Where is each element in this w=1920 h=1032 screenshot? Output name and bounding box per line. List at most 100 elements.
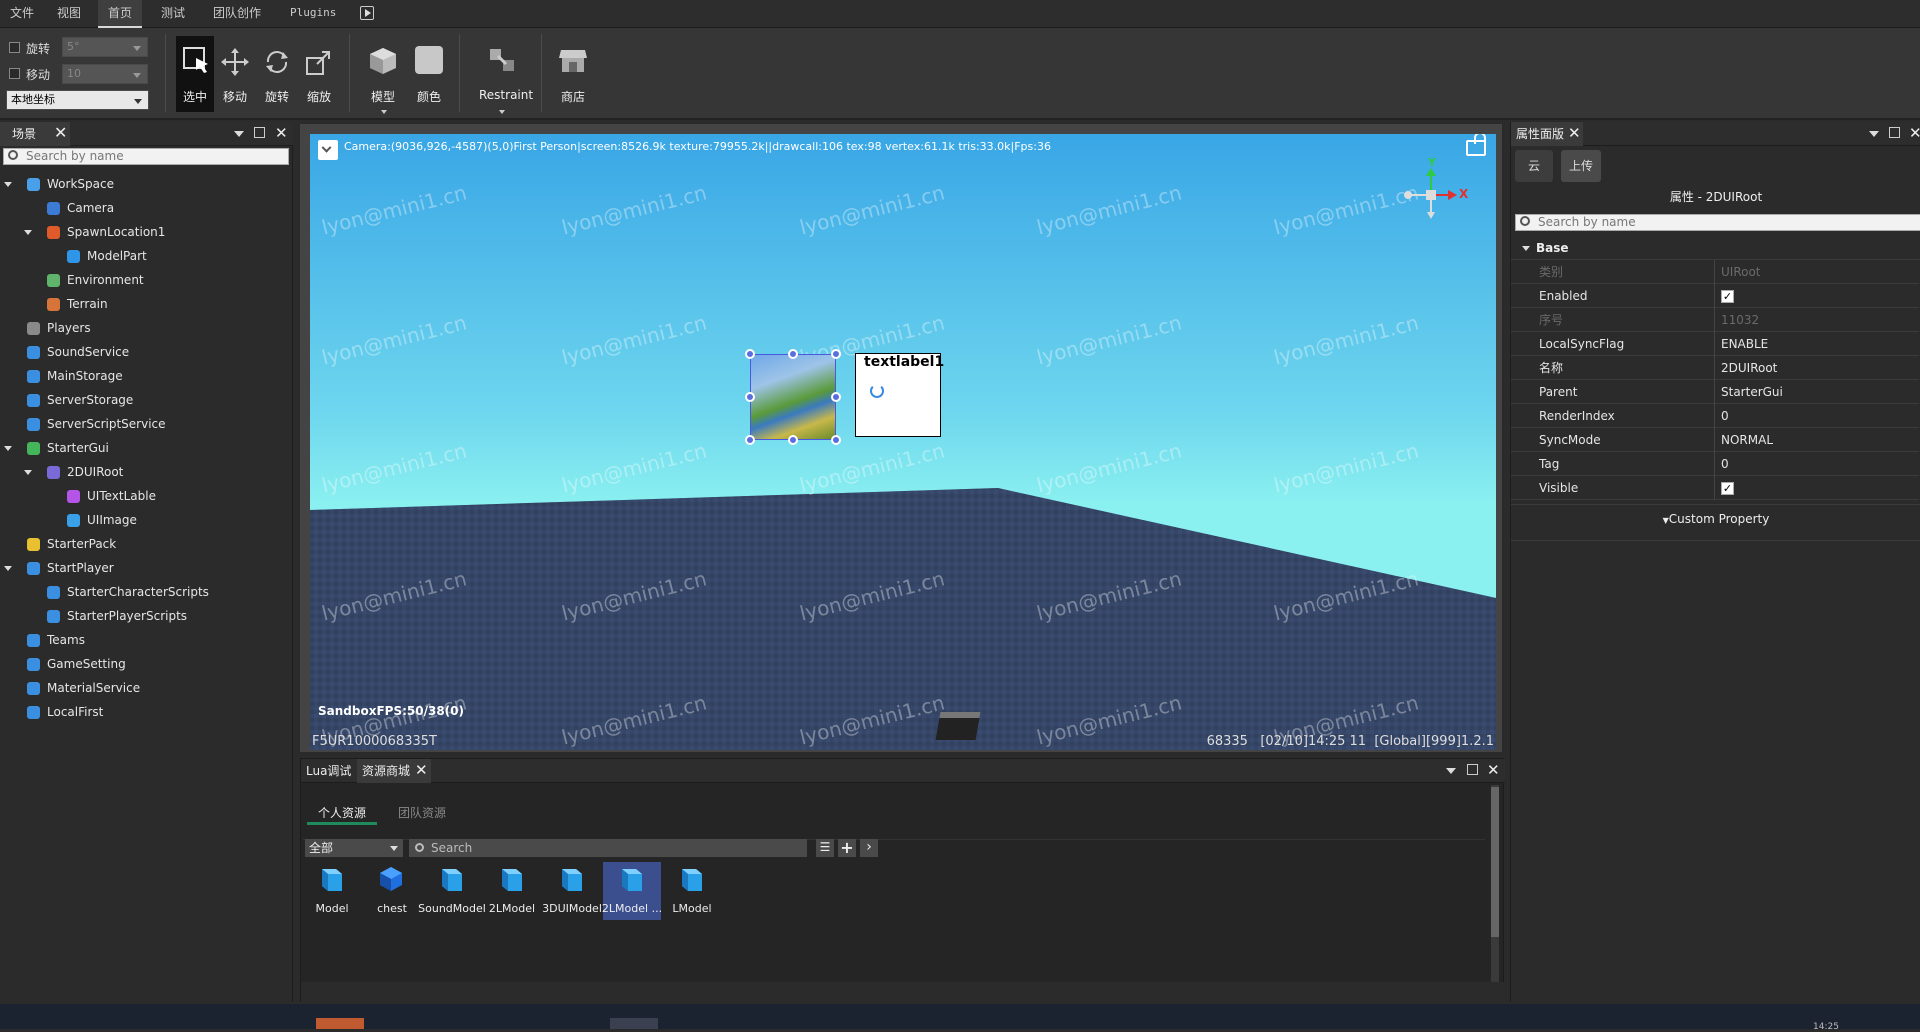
tree-item[interactable]: ServerScriptService [0,412,290,436]
asset-item[interactable]: chest [363,862,421,920]
property-row[interactable]: LocalSyncFlag ENABLE [1511,332,1919,356]
cloud-button[interactable]: 云 [1515,150,1553,182]
close-icon[interactable]: ✕ [415,761,428,779]
checkbox-checked-icon[interactable]: ✓ [1721,290,1734,303]
property-value[interactable]: UIRoot [1721,260,1761,284]
tab-team-assets[interactable]: 团队资源 [387,801,457,825]
property-row[interactable]: 序号 11032 [1511,308,1919,332]
tree-item[interactable]: Camera [0,196,290,220]
tree-item[interactable]: Terrain [0,292,290,316]
play-icon[interactable] [360,6,374,20]
tree-item[interactable]: StarterPack [0,532,290,556]
close-panel-icon[interactable]: ✕ [275,124,288,142]
property-value[interactable]: 0 [1721,404,1729,428]
color-button[interactable]: 颜色 [408,36,450,112]
move-snap-select[interactable]: 10 [62,64,148,84]
close-icon[interactable]: ✕ [1568,124,1581,142]
expand-arrow-icon[interactable] [4,446,12,451]
tree-item[interactable]: MainStorage [0,364,290,388]
scrollbar[interactable] [1491,785,1499,997]
rotate-tool-button[interactable]: 旋转 [256,36,298,112]
rotate-snap-select[interactable]: 5° [62,37,148,57]
resize-handle[interactable] [745,392,755,402]
add-icon[interactable]: + [838,839,856,857]
scale-tool-button[interactable]: 缩放 [298,36,340,112]
restraint-button[interactable]: Restraint [479,36,533,114]
tree-item[interactable]: StarterCharacterScripts [0,580,290,604]
model-button[interactable]: 模型 [362,36,404,114]
tree-item[interactable]: WorkSpace [0,172,290,196]
spawn-block[interactable] [935,712,981,740]
tree-item[interactable]: Teams [0,628,290,652]
property-row[interactable]: 类别 UIRoot [1511,260,1919,284]
lock-icon[interactable] [1466,134,1486,156]
property-row[interactable]: Visible ✓ [1511,476,1919,500]
property-row[interactable]: Enabled ✓ [1511,284,1919,308]
menu-file[interactable]: 文件 [0,0,44,28]
property-value[interactable]: 11032 [1721,308,1759,332]
asset-item[interactable]: LModel [663,862,721,920]
coordinate-space-select[interactable]: 本地坐标 [6,90,149,110]
menu-test[interactable]: 测试 [151,0,195,28]
property-row[interactable]: SyncMode NORMAL [1511,428,1919,452]
menu-view[interactable]: 视图 [47,0,91,28]
dropdown-icon[interactable] [1869,131,1879,137]
expand-arrow-icon[interactable] [24,470,32,475]
tree-item[interactable]: UIImage [0,508,290,532]
tree-item[interactable]: SoundService [0,340,290,364]
viewport-menu-toggle[interactable] [318,140,338,160]
tree-item[interactable]: StarterPlayerScripts [0,604,290,628]
taskbar-app[interactable] [610,1018,658,1029]
resize-handle[interactable] [745,435,755,445]
asset-filter-select[interactable]: 全部 [305,839,403,857]
property-value[interactable]: StarterGui [1721,380,1783,404]
shop-button[interactable]: 商店 [552,36,594,112]
menu-plugins[interactable]: Plugins [280,0,346,28]
custom-property-toggle[interactable]: ▼Custom Property [1511,512,1920,526]
move-snap-checkbox[interactable] [9,68,20,82]
asset-item[interactable]: Model [303,862,361,920]
viewport-3d[interactable]: lyon@mini1.cn lyon@mini1.cn lyon@mini1.cn l… [310,134,1496,750]
resize-handle[interactable] [831,349,841,359]
property-value[interactable]: 2DUIRoot [1721,356,1777,380]
menu-home[interactable]: 首页 [98,0,143,28]
close-panel-icon[interactable]: ✕ [1487,761,1500,779]
tree-item[interactable]: MaterialService [0,676,290,700]
property-row[interactable]: 名称 2DUIRoot [1511,356,1919,380]
asset-item[interactable]: 2LModel ... [602,862,662,920]
ui-textlabel-element[interactable]: textlabel1 [855,353,944,437]
tree-item[interactable]: GameSetting [0,652,290,676]
section-base[interactable]: Base [1511,236,1920,260]
asset-search-input[interactable]: Search [409,839,807,857]
property-row[interactable]: RenderIndex 0 [1511,404,1919,428]
axis-gizmo[interactable]: Y X [1400,156,1470,234]
checkbox-checked-icon[interactable]: ✓ [1721,482,1734,495]
resize-handle[interactable] [831,435,841,445]
tab-personal-assets[interactable]: 个人资源 [307,801,377,825]
property-value[interactable]: 0 [1721,452,1729,476]
select-tool-button[interactable]: 选中 [176,36,214,112]
taskbar-app[interactable] [316,1018,364,1029]
property-value[interactable]: ENABLE [1721,332,1768,356]
tree-item[interactable]: ServerStorage [0,388,290,412]
list-view-icon[interactable]: ☰ [816,839,834,857]
tree-item[interactable]: LocalFirst [0,700,290,724]
tree-item[interactable]: ModelPart [0,244,290,268]
float-window-icon[interactable] [254,127,265,138]
tree-item[interactable]: UITextLable [0,484,290,508]
expand-arrow-icon[interactable] [4,182,12,187]
tree-item[interactable]: Environment [0,268,290,292]
properties-search-input[interactable]: Search by name [1515,214,1920,231]
dropdown-icon[interactable] [234,131,244,137]
move-tool-button[interactable]: 移动 [214,36,256,112]
property-value[interactable]: NORMAL [1721,428,1773,452]
tree-item[interactable]: SpawnLocation1 [0,220,290,244]
float-window-icon[interactable] [1889,127,1900,138]
tree-item[interactable]: Players [0,316,290,340]
next-arrow-icon[interactable]: › [860,839,878,857]
property-row[interactable]: Parent StarterGui [1511,380,1919,404]
tree-item[interactable]: 2DUIRoot [0,460,290,484]
rotate-snap-checkbox[interactable] [9,42,20,56]
resize-handle[interactable] [788,349,798,359]
close-panel-icon[interactable]: ✕ [1909,124,1920,142]
